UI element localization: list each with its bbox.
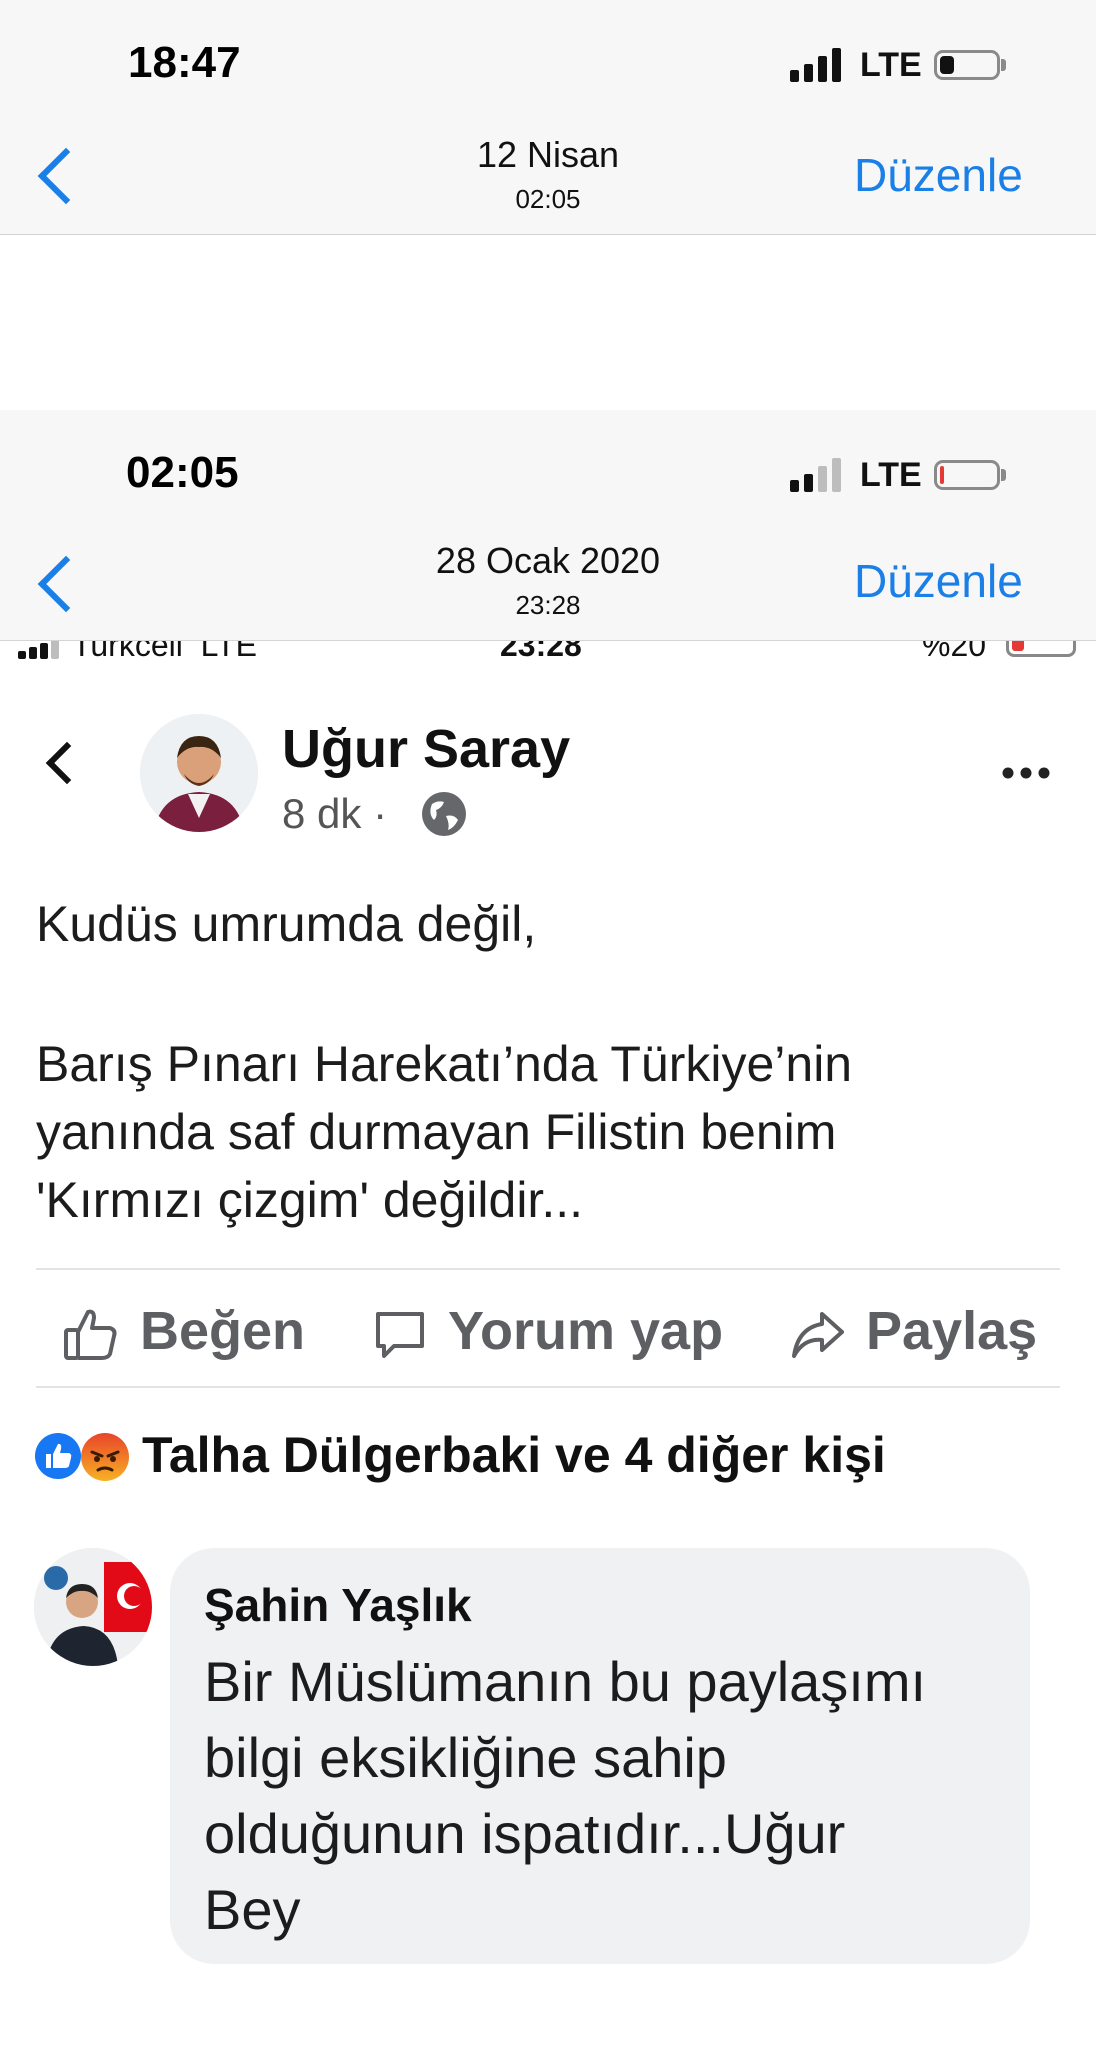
battery-tip-icon <box>1001 59 1006 71</box>
comment-line-4: Bey <box>204 1878 301 1941</box>
edit-button[interactable]: Düzenle <box>854 554 1023 608</box>
divider <box>36 1268 1060 1270</box>
network-label: LTE <box>860 46 922 84</box>
commenter-avatar[interactable] <box>34 1548 152 1666</box>
carrier-label: Turkcell LTE <box>72 641 257 663</box>
share-icon[interactable] <box>790 1306 846 1362</box>
angry-reaction-icon[interactable] <box>80 1432 130 1482</box>
post-line-4: 'Kırmızı çizgim' değildir... <box>36 1172 583 1228</box>
post-time: 8 dk <box>282 790 362 837</box>
outer-nav-bar: 12 Nisan 02:05 Düzenle <box>0 120 1096 235</box>
edit-button[interactable]: Düzenle <box>854 148 1023 202</box>
like-button[interactable]: Beğen <box>140 1300 305 1362</box>
like-icon[interactable] <box>62 1304 120 1362</box>
post-line-2: Barış Pınarı Harekatı’nda Türkiye’nin <box>36 1036 853 1092</box>
post-author[interactable]: Uğur Saray <box>282 718 570 780</box>
comment-author[interactable]: Şahin Yaşlık <box>204 1578 472 1632</box>
like-reaction-icon[interactable] <box>34 1432 82 1480</box>
outer-status-bar: 18:47 LTE <box>0 0 1096 120</box>
battery-icon <box>934 50 1000 80</box>
comment-button[interactable]: Yorum yap <box>448 1300 723 1362</box>
comment-icon[interactable] <box>372 1306 428 1362</box>
fb-status-bar: Turkcell LTE 23:28 %20 <box>0 641 1096 669</box>
post-line-3: yanında saf durmayan Filistin benim <box>36 1104 837 1160</box>
globe-icon <box>420 790 468 838</box>
battery-icon <box>934 460 1000 490</box>
post-meta: 8 dk · <box>282 790 387 838</box>
status-time: 02:05 <box>126 448 239 497</box>
inner-status-bar: 02:05 LTE <box>0 410 1096 530</box>
signal-icon <box>790 46 846 82</box>
comment-line-1: Bir Müslümanın bu paylaşımı <box>204 1650 927 1713</box>
avatar[interactable] <box>140 714 258 832</box>
post-line-1: Kudüs umrumda değil, <box>36 896 537 952</box>
comment-line-3: olduğunun ispatıdır...Uğur <box>204 1802 846 1865</box>
signal-icon <box>790 456 846 492</box>
battery-percent: %20 <box>922 641 987 663</box>
more-options-icon[interactable] <box>1002 766 1050 779</box>
divider <box>36 1386 1060 1388</box>
battery-tip-icon <box>1001 469 1006 481</box>
network-label: LTE <box>860 456 922 494</box>
inner-nav-bar: 28 Ocak 2020 23:28 Düzenle <box>0 530 1096 641</box>
reactions-summary[interactable]: Talha Dülgerbaki ve 4 diğer kişi <box>142 1426 886 1484</box>
comment-line-2: bilgi eksikliğine sahip <box>204 1726 727 1789</box>
fb-status-time: 23:28 <box>500 641 582 663</box>
share-button[interactable]: Paylaş <box>866 1300 1037 1362</box>
status-time: 18:47 <box>128 38 241 87</box>
signal-icon <box>18 641 59 659</box>
meta-separator: · <box>373 790 388 837</box>
battery-icon <box>1006 641 1076 657</box>
back-chevron-icon[interactable] <box>45 741 89 785</box>
